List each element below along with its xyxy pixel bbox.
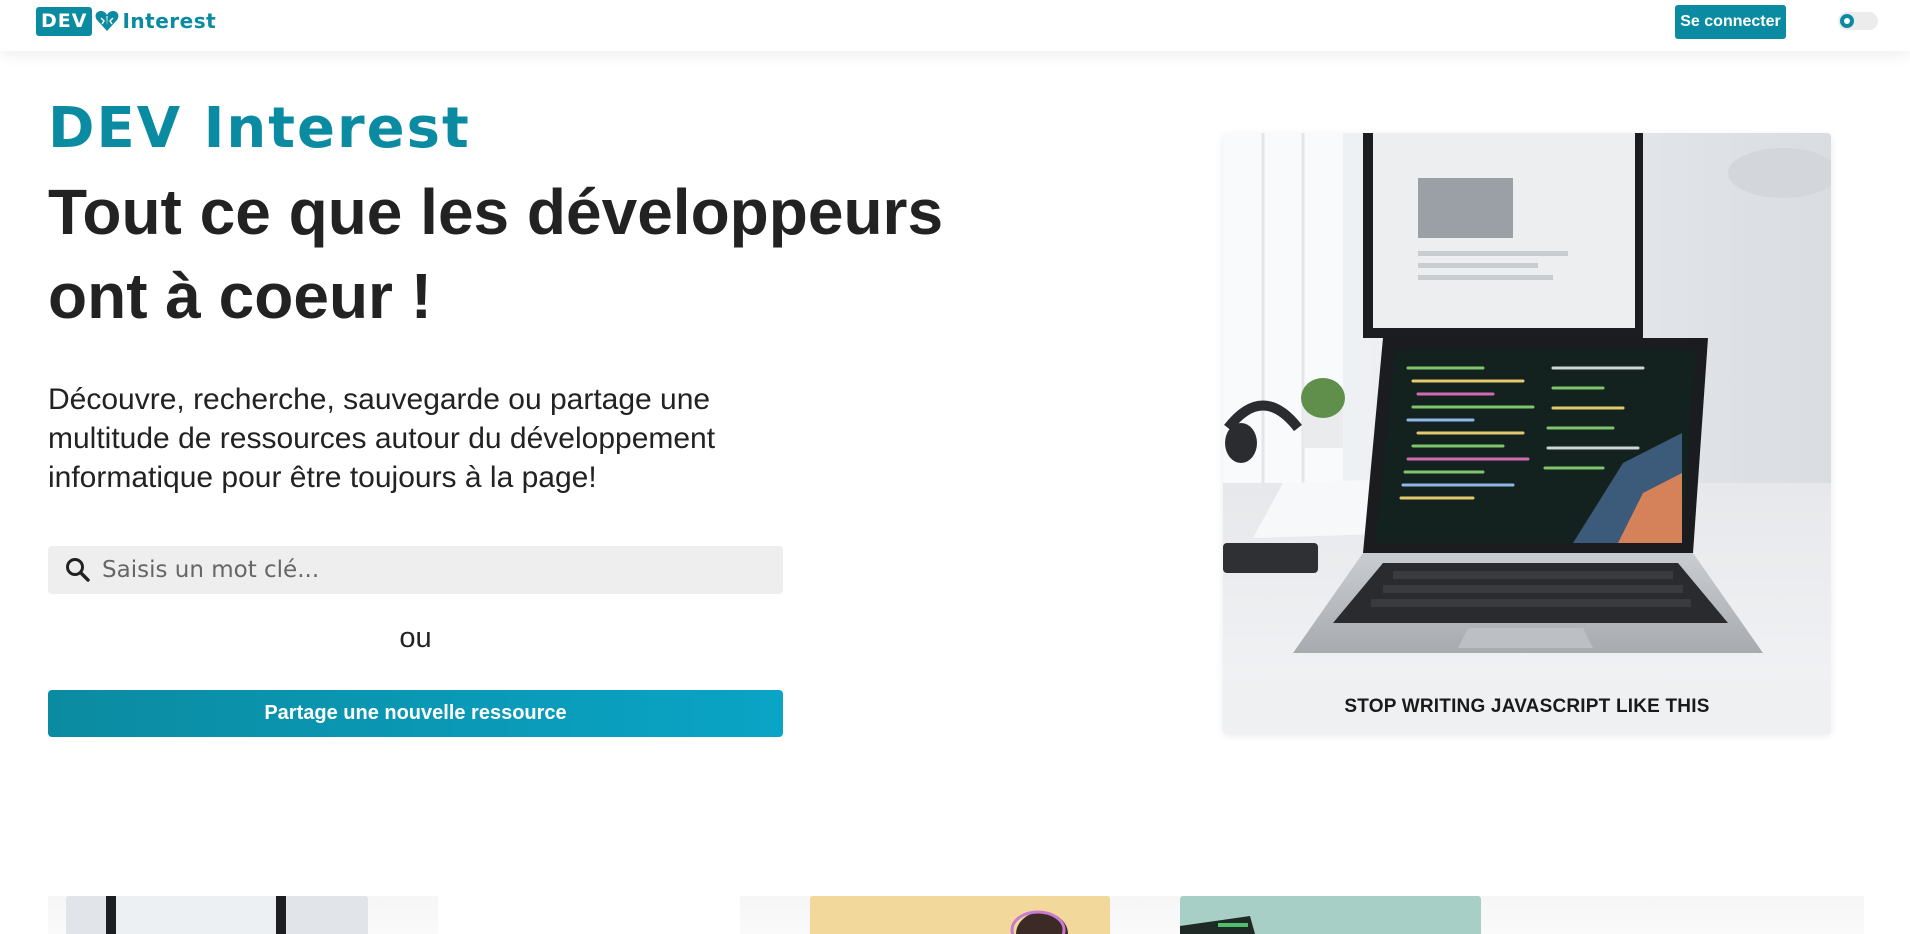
or-separator: ou: [399, 622, 432, 654]
logo-word-text: Interest: [122, 9, 217, 33]
brand-title: DEV Interest: [48, 96, 471, 161]
resource-card-image: [66, 896, 368, 934]
search-icon: [66, 558, 90, 582]
resource-card-thumbnail[interactable]: [1180, 896, 1481, 934]
resource-card-image: [1180, 896, 1481, 934]
resource-card-image: [810, 896, 1110, 934]
theme-toggle[interactable]: [1838, 12, 1878, 30]
featured-resource-image: [1223, 133, 1831, 734]
search-bar[interactable]: [48, 546, 783, 594]
login-button[interactable]: Se connecter: [1675, 5, 1786, 39]
top-navbar: DEV Interest Se connecter: [0, 0, 1910, 51]
resource-card-thumbnail[interactable]: [810, 896, 1110, 934]
page-headline: Tout ce que les développeurs ont à coeur…: [48, 176, 944, 332]
hero-description: Découvre, recherche, sauvegarde ou parta…: [48, 383, 716, 494]
site-logo[interactable]: DEV Interest: [36, 6, 216, 36]
featured-resource-caption: STOP WRITING JAVASCRIPT LIKE THIS: [1344, 696, 1710, 717]
featured-resource-card[interactable]: STOP WRITING JAVASCRIPT LIKE THIS: [1223, 133, 1831, 734]
theme-toggle-icon: [1840, 14, 1854, 28]
logo-dev-text: DEV: [36, 6, 93, 36]
resource-card-thumbnail[interactable]: [66, 896, 368, 934]
search-input[interactable]: [92, 546, 783, 594]
share-resource-button[interactable]: Partage une nouvelle ressource: [48, 690, 783, 737]
heart-logo-icon: [96, 11, 119, 31]
